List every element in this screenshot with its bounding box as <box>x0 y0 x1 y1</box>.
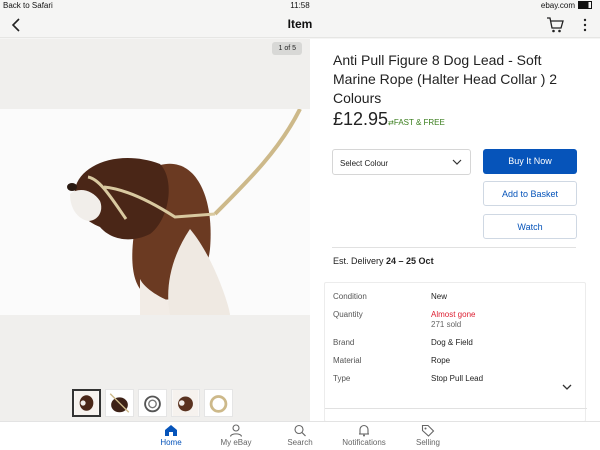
thumbnail-2[interactable] <box>105 389 134 417</box>
shipping-badge: FAST & FREE <box>388 118 445 127</box>
thumbnail-strip <box>72 389 233 417</box>
spec-value: Rope <box>431 356 451 365</box>
cart-icon[interactable] <box>546 16 564 34</box>
item-title: Anti Pull Figure 8 Dog Lead - Soft Marin… <box>333 52 558 106</box>
tab-bar: Home My eBay Search Notifications Sellin… <box>0 421 600 450</box>
person-icon <box>229 424 243 437</box>
tab-notifications[interactable]: Notifications <box>334 424 394 447</box>
sold-count: 271 sold <box>431 320 462 329</box>
buy-it-now-button[interactable]: Buy It Now <box>483 149 577 174</box>
almost-gone-label: Almost gone <box>431 310 476 319</box>
delivery-label: Est. Delivery <box>333 256 384 266</box>
divider <box>325 408 587 409</box>
tab-label: Notifications <box>342 438 386 447</box>
spec-value-quantity: Almost gone 271 sold <box>431 310 571 329</box>
tab-search[interactable]: Search <box>270 424 330 447</box>
colour-select-value: Select Colour <box>340 159 389 168</box>
item-details: Anti Pull Figure 8 Dog Lead - Soft Marin… <box>310 39 600 421</box>
page-title: Item <box>287 17 313 31</box>
search-icon <box>294 424 306 437</box>
spec-key: Condition <box>333 292 367 301</box>
spec-value: Stop Pull Lead <box>431 374 484 383</box>
status-time: 11:58 <box>290 1 310 10</box>
delivery-dates: 24 – 25 Oct <box>386 256 434 266</box>
image-counter: 1 of 5 <box>272 42 302 55</box>
tab-label: Home <box>160 438 182 447</box>
nav-bar: Item <box>0 12 600 38</box>
expand-chevron-icon[interactable] <box>562 383 572 391</box>
bell-icon <box>359 424 369 437</box>
item-specifics: Condition New Quantity Almost gone 271 s… <box>324 282 587 421</box>
tag-icon <box>421 424 435 437</box>
tab-my-ebay[interactable]: My eBay <box>206 424 266 447</box>
thumbnail-1[interactable] <box>72 389 101 417</box>
home-icon <box>165 425 177 436</box>
spec-key: Material <box>333 356 362 365</box>
spec-value: Dog & Field <box>431 338 473 347</box>
colour-select[interactable]: Select Colour <box>332 149 471 175</box>
more-options-icon[interactable] <box>582 17 588 33</box>
thumbnail-3[interactable] <box>138 389 167 417</box>
image-gallery[interactable]: 1 of 5 <box>0 39 310 421</box>
estimated-delivery: Est. Delivery 24 – 25 Oct <box>333 256 434 266</box>
add-to-basket-button[interactable]: Add to Basket <box>483 181 577 206</box>
status-site: ebay.com <box>541 1 592 10</box>
tab-label: Selling <box>415 438 440 447</box>
spec-value: New <box>431 292 448 301</box>
tab-selling[interactable]: Selling <box>398 424 458 447</box>
tab-home[interactable]: Home <box>141 424 201 447</box>
spec-key: Type <box>333 374 351 383</box>
tab-label: Search <box>287 438 313 447</box>
item-price: £12.95 <box>333 109 389 129</box>
tab-label: My eBay <box>220 438 252 447</box>
watch-button[interactable]: Watch <box>483 214 577 239</box>
divider <box>332 247 576 248</box>
product-photo[interactable] <box>0 109 310 315</box>
thumbnail-4[interactable] <box>171 389 200 417</box>
thumbnail-5[interactable] <box>204 389 233 417</box>
chevron-down-icon <box>452 159 462 165</box>
spec-key: Quantity <box>333 310 363 319</box>
spec-key: Brand <box>333 338 355 347</box>
status-bar: Back to Safari 11:58 ebay.com <box>0 0 600 12</box>
